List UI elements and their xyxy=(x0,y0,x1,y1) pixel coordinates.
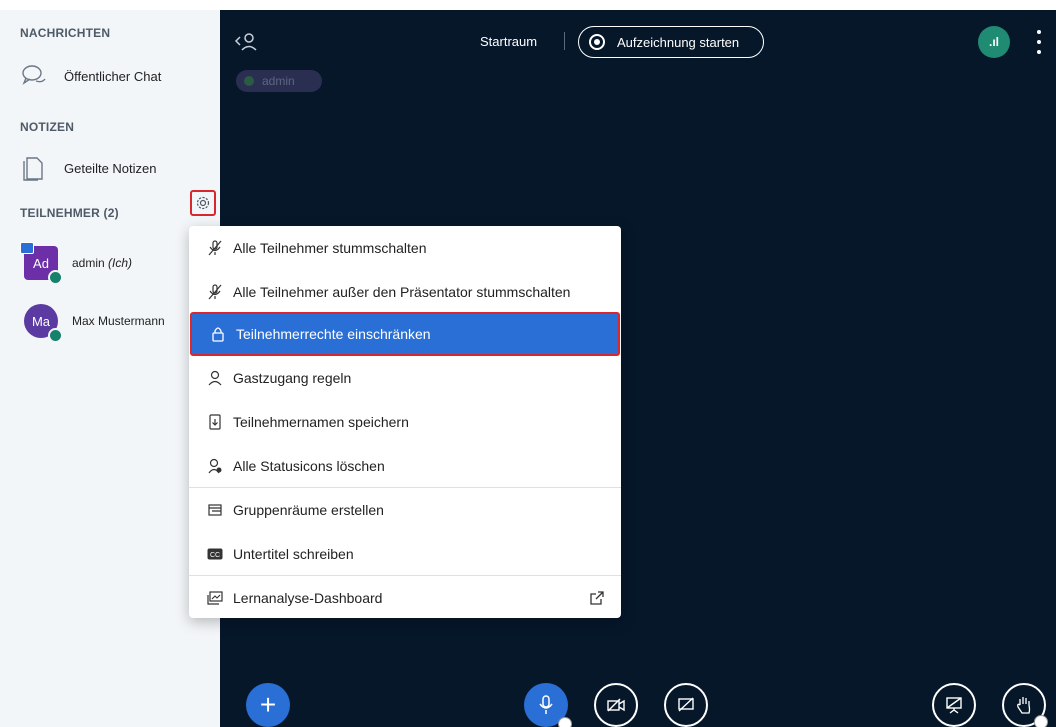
svg-text:CC: CC xyxy=(210,552,220,559)
more-dot xyxy=(1037,40,1041,44)
start-recording-label: Aufzeichnung starten xyxy=(617,34,740,50)
menu-item-save-user-names[interactable]: Teilnehmernamen speichern xyxy=(189,400,621,444)
menu-item-lock-viewers[interactable]: Teilnehmerrechte einschränken xyxy=(190,312,620,356)
menu-item-label: Alle Statusicons löschen xyxy=(233,458,385,474)
reactions-chevron-icon[interactable] xyxy=(1034,715,1048,727)
external-link-icon xyxy=(590,591,604,605)
microphone-button[interactable] xyxy=(524,683,572,727)
title-divider xyxy=(564,32,565,50)
sidebar-item-label: Öffentlicher Chat xyxy=(64,68,162,84)
record-icon xyxy=(589,34,605,50)
audio-settings-chevron-icon[interactable] xyxy=(558,717,572,727)
microphone-icon xyxy=(539,695,553,714)
talking-dot-icon xyxy=(244,76,254,86)
menu-item-write-captions[interactable]: CC Untertitel schreiben xyxy=(189,532,621,576)
user-list-item[interactable]: Ma Max Mustermann xyxy=(24,304,165,343)
start-recording-button[interactable]: Aufzeichnung starten xyxy=(578,26,764,58)
user-icon xyxy=(207,370,223,386)
user-list-item[interactable]: Ad admin (Ich) xyxy=(20,242,132,285)
connection-status-button[interactable]: .ıl xyxy=(978,26,1010,58)
user-list-toggle-icon[interactable] xyxy=(234,30,258,54)
user-clear-icon xyxy=(207,458,223,474)
download-file-icon xyxy=(207,414,223,430)
presentation-button[interactable] xyxy=(932,683,976,727)
lock-icon xyxy=(210,326,226,342)
notes-heading: NOTIZEN xyxy=(20,120,75,134)
mic-status-icon xyxy=(48,328,63,343)
menu-item-label: Gastzugang regeln xyxy=(233,370,352,386)
menu-item-clear-status-icons[interactable]: Alle Statusicons löschen xyxy=(189,444,621,488)
dashboard-icon xyxy=(207,590,223,606)
menu-item-label: Gruppenräume erstellen xyxy=(233,502,384,518)
more-dot xyxy=(1037,50,1041,54)
talking-indicator[interactable]: admin xyxy=(236,70,322,92)
menu-item-label: Alle Teilnehmer außer den Präsentator st… xyxy=(233,284,571,300)
menu-item-mute-all-except-presenter[interactable]: Alle Teilnehmer außer den Präsentator st… xyxy=(189,270,621,314)
raise-hand-button[interactable] xyxy=(1002,683,1048,727)
menu-item-label: Alle Teilnehmer stummschalten xyxy=(233,240,427,256)
app-window: NACHRICHTEN Öffentlicher Chat NOTIZEN Ge… xyxy=(0,0,1056,727)
presenter-icon xyxy=(20,242,34,254)
sidebar: NACHRICHTEN Öffentlicher Chat NOTIZEN Ge… xyxy=(0,10,220,727)
avatar: Ma xyxy=(24,304,63,343)
mic-status-icon xyxy=(48,270,63,285)
hand-icon xyxy=(1017,697,1031,714)
participants-options-menu: Alle Teilnehmer stummschalten Alle Teiln… xyxy=(189,226,621,618)
menu-item-mute-all[interactable]: Alle Teilnehmer stummschalten xyxy=(189,226,621,270)
presentation-icon xyxy=(946,697,962,714)
camera-off-icon xyxy=(607,698,625,712)
rooms-icon xyxy=(207,502,223,518)
screenshare-button[interactable] xyxy=(664,683,708,727)
avatar-initials: Ma xyxy=(31,313,51,329)
chat-bubbles-icon xyxy=(20,62,48,90)
sidebar-item-label: Geteilte Notizen xyxy=(64,160,157,176)
talking-user-name: admin xyxy=(262,74,295,88)
notes-document-icon xyxy=(20,154,48,182)
messages-heading: NACHRICHTEN xyxy=(20,26,111,40)
more-options-button[interactable] xyxy=(1034,30,1044,54)
user-self-marker: (Ich) xyxy=(108,256,133,270)
actions-plus-button[interactable]: + xyxy=(246,683,290,727)
room-title: Startraum xyxy=(480,34,538,49)
signal-bars-icon: .ıl xyxy=(988,35,999,49)
closed-caption-icon: CC xyxy=(207,546,223,562)
user-name: admin (Ich) xyxy=(72,256,132,270)
menu-item-label: Lernanalyse-Dashboard xyxy=(233,590,383,606)
user-name: Max Mustermann xyxy=(72,314,165,328)
mic-off-icon xyxy=(207,284,223,300)
menu-item-label: Untertitel schreiben xyxy=(233,546,354,562)
sidebar-item-public-chat[interactable]: Öffentlicher Chat xyxy=(20,58,161,94)
more-dot xyxy=(1037,30,1041,34)
camera-button[interactable] xyxy=(594,683,638,727)
participants-settings-button[interactable] xyxy=(190,190,216,216)
sidebar-item-shared-notes[interactable]: Geteilte Notizen xyxy=(20,150,157,186)
menu-item-label: Teilnehmerrechte einschränken xyxy=(236,326,431,342)
menu-item-create-breakout-rooms[interactable]: Gruppenräume erstellen xyxy=(189,488,621,532)
menu-item-learning-dashboard[interactable]: Lernanalyse-Dashboard xyxy=(189,576,621,620)
screenshare-off-icon xyxy=(678,697,694,712)
gear-icon xyxy=(196,196,210,210)
mic-off-icon xyxy=(207,240,223,256)
user-name-text: admin xyxy=(72,256,105,270)
participants-heading: TEILNEHMER (2) xyxy=(20,206,119,220)
menu-item-guest-policy[interactable]: Gastzugang regeln xyxy=(189,356,621,400)
menu-item-label: Teilnehmernamen speichern xyxy=(233,414,409,430)
avatar: Ad xyxy=(20,242,63,285)
plus-icon: + xyxy=(259,689,277,720)
avatar-initials: Ad xyxy=(33,255,49,271)
